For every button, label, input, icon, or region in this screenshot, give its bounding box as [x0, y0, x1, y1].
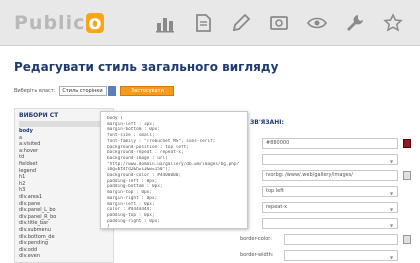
selector-list-item[interactable]: div.bottom_de — [15, 234, 113, 241]
selector-list-item[interactable]: td — [15, 154, 113, 161]
property-attachment-select[interactable]: ▼ — [262, 218, 398, 229]
selector-list-item[interactable]: body — [15, 128, 113, 135]
document-icon[interactable] — [190, 10, 216, 36]
property-color-input[interactable]: #880000 — [262, 138, 398, 149]
property-row-position: top left ▼ — [240, 186, 418, 198]
selector-list: body a a:visited a:hover td fieldset legend h1 h… — [15, 128, 113, 260]
chevron-down-icon: ▼ — [390, 255, 394, 260]
selector-list-item[interactable]: div.odd — [15, 247, 113, 254]
selector-list-item[interactable]: h2 — [15, 181, 113, 188]
property-font-select[interactable]: ▼ — [262, 154, 398, 165]
image-icon[interactable] — [266, 10, 292, 36]
chevron-down-icon: ▼ — [390, 223, 394, 228]
selector-list-item[interactable]: h1 — [15, 174, 113, 181]
property-row-attachment: ▼ — [240, 218, 418, 230]
pen-icon[interactable] — [228, 10, 254, 36]
logo-badge: o — [86, 12, 105, 34]
selector-list-item[interactable]: a — [15, 135, 113, 142]
selector-list-item[interactable]: fieldset — [15, 161, 113, 168]
chevron-down-icon: ▼ — [390, 207, 394, 212]
property-row-border-color: border-color: — [240, 234, 418, 246]
selector-list-item[interactable]: div.submenu — [15, 227, 113, 234]
selector-list-item[interactable]: div.title_bar — [15, 220, 113, 227]
app-logo[interactable]: Public o — [14, 12, 105, 34]
browse-button[interactable] — [403, 171, 411, 180]
chevron-down-icon: ▼ — [390, 191, 394, 196]
style-selector-label: Виберіть власт: — [14, 88, 56, 94]
selector-list-item[interactable]: a:hover — [15, 148, 113, 155]
property-row-image: ivorbg: /www/.web/gallery/images/ — [240, 170, 418, 182]
eye-icon[interactable] — [304, 10, 330, 36]
repeat-value: repeat-x — [266, 204, 288, 210]
style-selector-row: Виберіть власт: Стиль сторінки Застосува… — [14, 84, 175, 98]
browse-button[interactable] — [403, 235, 411, 244]
selector-list-item[interactable]: div.area1 — [15, 194, 113, 201]
border-color-label: border-color: — [240, 236, 272, 242]
star-icon[interactable] — [380, 10, 406, 36]
selector-list-item[interactable]: a:visited — [15, 141, 113, 148]
selector-list-item[interactable]: h3 — [15, 187, 113, 194]
color-swatch[interactable] — [403, 139, 411, 148]
property-repeat-select[interactable]: repeat-x ▼ — [262, 202, 398, 213]
selector-list-header: ВИБОРИ СТ — [19, 112, 59, 119]
css-code-lines: body { margin-left : 3px; margin-bottom … — [107, 116, 241, 230]
property-row-repeat: repeat-x ▼ — [240, 202, 418, 214]
css-code-line: } — [107, 224, 110, 230]
wrench-icon[interactable] — [342, 10, 368, 36]
border-width-label: border-width: — [240, 252, 274, 258]
property-position-select[interactable]: top left ▼ — [262, 186, 398, 197]
page-title: Редагувати стиль загального вигляду — [14, 60, 279, 74]
selector-list-item[interactable]: div.pane — [15, 201, 113, 208]
properties-header: ЗВ'ЯЗАНІ: — [250, 119, 284, 126]
property-border-color-input[interactable] — [284, 234, 398, 245]
selector-list-item[interactable]: div.panel_L_bo — [15, 207, 113, 214]
property-row-border-width: border-width: ▼ — [240, 250, 418, 262]
position-value: top left — [266, 188, 284, 194]
property-image-input[interactable]: ivorbg: /www/.web/gallery/images/ — [262, 170, 398, 181]
top-navigation-bar: Public o — [0, 0, 420, 46]
selector-list-item[interactable]: div.panel_R_bo — [15, 214, 113, 221]
selector-list-item[interactable]: legend — [15, 168, 113, 175]
property-row-color: #880000 — [240, 138, 418, 150]
css-code-popup: body { margin-left : 3px; margin-bottom … — [100, 111, 248, 229]
apply-style-button[interactable]: Застосувати — [120, 86, 175, 96]
logo-text: Public — [14, 12, 86, 34]
property-border-width-select[interactable]: ▼ — [284, 250, 398, 261]
chevron-down-icon: ▼ — [390, 159, 394, 164]
style-select-dropdown[interactable]: Стиль сторінки — [59, 86, 108, 96]
selector-filter-field[interactable] — [19, 121, 109, 127]
chart-bars-icon[interactable] — [152, 10, 178, 36]
select-go-icon[interactable] — [108, 86, 117, 96]
selector-list-item[interactable]: div.pending — [15, 240, 113, 247]
selector-list-panel: ВИБОРИ СТ body a a:visited a:hover td fieldse… — [14, 108, 114, 263]
property-row-font: ▼ — [240, 154, 418, 166]
selector-list-item[interactable]: div.even — [15, 253, 113, 260]
